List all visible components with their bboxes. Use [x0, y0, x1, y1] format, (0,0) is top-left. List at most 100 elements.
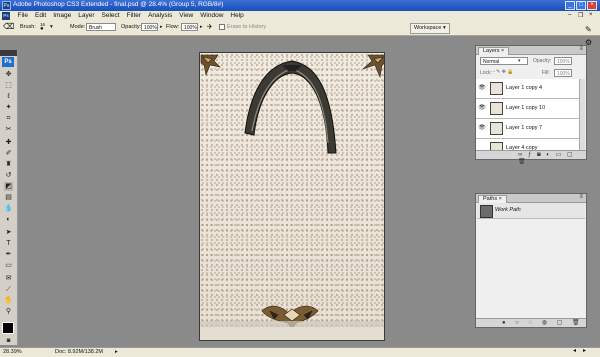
minimize-button[interactable]: _ [565, 1, 575, 10]
close-button[interactable]: × [587, 1, 597, 10]
quick-mask-icon[interactable]: ◙ [4, 337, 13, 346]
magic-wand-icon[interactable]: ✦ [4, 103, 13, 112]
title-bar: Ps Adobe Photoshop CS3 Extended - final.… [0, 0, 600, 11]
photoshop-menu-icon[interactable]: Ps [2, 12, 10, 20]
top-right-ornament [362, 54, 384, 79]
top-left-ornament [200, 54, 221, 77]
eyedropper-icon[interactable]: ⟋ [4, 285, 13, 294]
menu-analysis[interactable]: Analysis [145, 12, 176, 20]
menu-help[interactable]: Help [227, 12, 247, 20]
history-brush-icon[interactable]: ↺ [4, 171, 13, 180]
toolbox-logo: Ps [2, 57, 14, 67]
blend-mode-value: Normal [483, 59, 500, 65]
tab-layers[interactable]: Layers × [478, 47, 510, 55]
scroll-left-icon[interactable]: ◂ [573, 347, 576, 354]
menu-filter[interactable]: Filter [123, 12, 144, 20]
toolbox-header[interactable] [0, 50, 17, 56]
paths-panel: Paths × ≡ Work Path ● ○ ◌ ◍ ▢ 🗑 [475, 193, 587, 328]
opacity-label: Opacity: [533, 58, 552, 64]
path-row[interactable]: Work Path [477, 203, 585, 219]
layer-thumbnail [490, 102, 503, 115]
path-footer-buttons[interactable]: ● ○ ◌ ◍ ▢ 🗑 [502, 319, 584, 326]
menu-layer[interactable]: Layer [75, 12, 98, 20]
status-menu-arrow-icon[interactable]: ▸ [115, 349, 118, 355]
foreground-color-swatch[interactable] [2, 322, 14, 334]
lock-icons[interactable]: ▫ ✎ ✥ 🔒 [493, 69, 514, 75]
crop-icon[interactable]: ⌗ [4, 114, 13, 123]
opacity-dropdown-icon[interactable]: ▸ [160, 24, 163, 30]
opacity-label: Opacity: [121, 24, 142, 30]
close-icon[interactable]: × [499, 196, 502, 202]
eye-icon[interactable]: 👁 [478, 84, 486, 92]
close-icon[interactable]: × [501, 48, 504, 54]
mode-select[interactable]: Brush [86, 23, 116, 31]
flow-field[interactable]: 100% [181, 23, 198, 31]
menu-edit[interactable]: Edit [31, 12, 49, 20]
tab-paths[interactable]: Paths × [478, 195, 507, 203]
document-canvas[interactable] [199, 52, 385, 341]
canvas-artwork [200, 54, 384, 340]
opacity-field[interactable]: 100% [141, 23, 158, 31]
slice-icon[interactable]: ✂ [4, 125, 13, 134]
panel-menu-icon[interactable]: ≡ [579, 194, 583, 200]
menu-image[interactable]: Image [50, 12, 75, 20]
bottom-border [200, 327, 384, 340]
lasso-icon[interactable]: ℓ [4, 92, 13, 101]
maximize-button[interactable]: □ [576, 1, 586, 10]
path-select-icon[interactable]: ➤ [4, 228, 13, 237]
menu-file[interactable]: File [14, 12, 31, 20]
marquee-icon[interactable]: ⬚ [4, 81, 13, 90]
doc-restore-icon[interactable]: ❐ [578, 12, 583, 19]
toolbox: Ps ✥ ⬚ ℓ ✦ ⌗ ✂ ✚ ✐ ♜ ↺ ◩ ▤ 💧 ◐ ➤ T ✒ ▭ ✉… [0, 50, 18, 345]
layer-thumbnail [490, 122, 503, 135]
airbrush-icon[interactable]: ✈ [207, 23, 213, 31]
eye-icon[interactable]: 👁 [478, 104, 486, 112]
healing-icon[interactable]: ✚ [4, 138, 13, 147]
shape-icon[interactable]: ▭ [4, 261, 13, 270]
layer-name: Layer 1 copy 4 [506, 85, 543, 91]
stamp-icon[interactable]: ♜ [4, 160, 13, 169]
eraser-tool-preset-icon[interactable]: ⌫ [3, 22, 14, 31]
hand-icon[interactable]: ✋ [4, 296, 13, 305]
layer-row[interactable]: 👁 Layer 1 copy 4 [476, 79, 579, 99]
eye-icon[interactable]: 👁 [478, 124, 486, 132]
notes-icon[interactable]: ✉ [4, 274, 13, 283]
dodge-icon[interactable]: ◐ [4, 215, 13, 224]
zoom-icon[interactable]: ⚲ [4, 307, 13, 316]
brush-preview-icon[interactable]: ● [40, 26, 44, 32]
bottom-strip [200, 321, 384, 327]
mode-label: Mode: [70, 24, 86, 30]
menu-window[interactable]: Window [197, 12, 227, 20]
scroll-right-icon[interactable]: ▸ [583, 347, 586, 354]
layer-row[interactable]: 👁 Layer 1 copy 7 [476, 119, 579, 139]
menu-view[interactable]: View [176, 12, 197, 20]
zoom-level[interactable]: 28.39% [3, 349, 22, 355]
layer-row[interactable]: 👁 Layer 1 copy 10 [476, 99, 579, 119]
move-icon[interactable]: ✥ [4, 70, 13, 79]
workspace-button[interactable]: Workspace ▾ [410, 23, 450, 34]
doc-close-icon[interactable]: × [589, 12, 593, 18]
layer-fill-field[interactable]: 100% [554, 69, 572, 77]
gradient-icon[interactable]: ▤ [4, 193, 13, 202]
layer-opacity-field[interactable]: 100% [554, 57, 572, 65]
eraser-icon[interactable]: ◩ [4, 182, 13, 191]
pen-icon[interactable]: ✒ [4, 250, 13, 259]
blur-icon[interactable]: 💧 [4, 204, 13, 213]
menu-select[interactable]: Select [98, 12, 123, 20]
brush-icon[interactable]: ✐ [4, 149, 13, 158]
doc-minimize-icon[interactable]: – [568, 12, 571, 18]
window-title: Adobe Photoshop CS3 Extended - final.psd… [13, 1, 224, 8]
brush-dropdown-icon[interactable]: ▾ [50, 24, 53, 30]
flow-dropdown-icon[interactable]: ▸ [200, 24, 203, 30]
options-bar: ⌫ Brush: 16 ● ▾ Mode: Brush Opacity: 100… [0, 21, 600, 36]
panel-menu-icon[interactable]: ≡ [579, 46, 583, 52]
layers-scrollbar[interactable] [579, 79, 585, 151]
paths-tab-label: Paths [483, 196, 498, 202]
type-icon[interactable]: T [4, 239, 13, 248]
fill-label: Fill: [542, 70, 550, 76]
layers-tab-label: Layers [483, 48, 500, 54]
erase-to-history-checkbox[interactable] [219, 24, 225, 30]
flow-label: Flow: [166, 24, 180, 30]
layer-footer-buttons[interactable]: ∞ ƒ ◙ ◐ ▭ ▢ 🗑 [518, 151, 586, 165]
brushes-palette-icon[interactable]: ✎ [585, 25, 592, 34]
